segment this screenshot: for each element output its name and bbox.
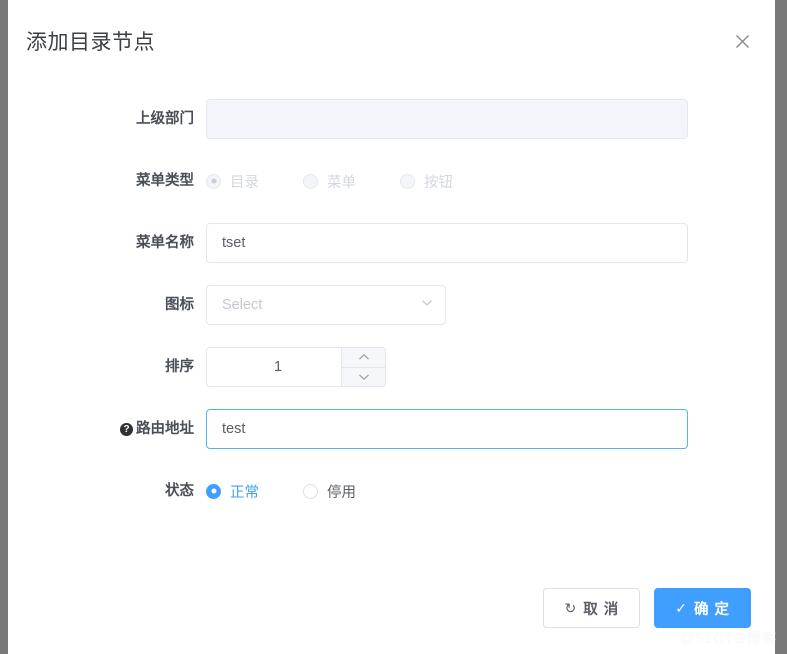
radio-label: 按钮 [424,174,453,191]
label-parent-department: 上级部门 [136,111,194,127]
icon-select[interactable] [206,285,446,325]
cancel-button[interactable]: ↻ 取 消 [543,588,641,628]
field-parent-department [206,99,688,139]
quantity-stepper [341,348,385,386]
label-menu-type: 菜单类型 [136,173,194,189]
field-route [206,409,688,449]
radio-menu-type-button[interactable]: 按钮 [400,171,453,192]
label-route: ? 路由地址 [8,408,206,450]
form-row-menu-type: 菜单类型 目录 菜单 按钮 [8,160,775,202]
menu-type-radio-group: 目录 菜单 按钮 [206,171,497,192]
chevron-down-icon[interactable] [342,367,385,386]
form-row-menu-name: 菜单名称 [8,222,775,264]
radio-label: 停用 [327,484,356,501]
refresh-icon: ↻ [564,599,578,616]
radio-label: 正常 [230,484,259,501]
parent-department-input[interactable] [206,99,688,139]
radio-dot-icon [303,483,318,499]
radio-label: 菜单 [327,174,356,191]
label-route-text: 路由地址 [136,421,194,437]
dialog-header: 添加目录节点 [8,0,775,82]
radio-dot-icon [400,173,415,189]
radio-status-disabled[interactable]: 停用 [303,481,356,502]
page-title: 添加目录节点 [26,31,155,54]
radio-label: 目录 [230,174,259,191]
form-row-route: ? 路由地址 [8,408,775,450]
form-row-status: 状态 正常 停用 [8,470,775,512]
route-input[interactable] [206,409,688,449]
radio-dot-icon [303,173,318,189]
radio-menu-type-directory[interactable]: 目录 [206,171,259,192]
cancel-button-label: 取 消 [583,601,620,618]
add-directory-node-dialog: 添加目录节点 上级部门 菜单类型 目录 菜单 按钮 菜单名称 tset 图标 S… [8,0,775,654]
label-sort: 排序 [165,359,194,375]
form-row-icon: 图标 [8,284,775,326]
label-menu-name: 菜单名称 [136,235,194,251]
field-menu-name [206,223,688,263]
dialog-footer: ↻ 取 消 ✓ 确 定 [543,588,751,628]
label-icon: 图标 [165,297,194,313]
confirm-button-label: 确 定 [693,601,730,618]
status-radio-group: 正常 停用 [206,481,400,502]
chevron-up-icon[interactable] [342,348,385,368]
confirm-button[interactable]: ✓ 确 定 [654,588,751,628]
dialog-form: 上级部门 菜单类型 目录 菜单 按钮 菜单名称 tset 图标 Select 排… [8,82,775,512]
label-status: 状态 [165,483,194,499]
radio-menu-type-menu[interactable]: 菜单 [303,171,356,192]
radio-dot-icon [206,173,221,189]
close-icon[interactable] [729,28,755,54]
check-icon: ✓ [675,599,688,616]
radio-status-normal[interactable]: 正常 [206,481,259,502]
form-row-parent-department: 上级部门 [8,98,775,140]
question-mark-icon[interactable]: ? [120,423,133,436]
form-row-sort: 排序 [8,346,775,388]
radio-dot-icon [206,483,221,499]
sort-number-field [206,347,386,387]
menu-name-input[interactable] [206,223,688,263]
icon-select-input[interactable] [206,285,446,325]
